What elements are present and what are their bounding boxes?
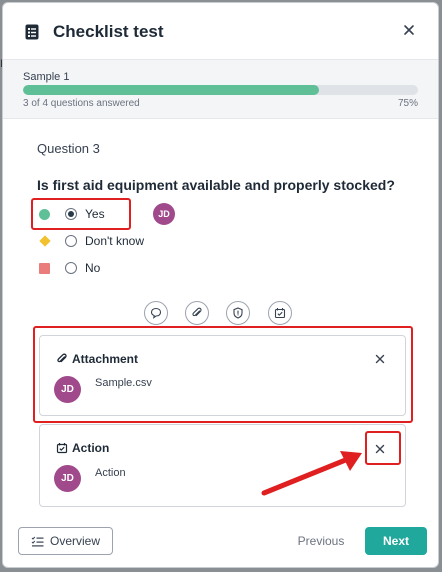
paperclip-icon — [192, 307, 202, 317]
option-label: Don't know — [85, 234, 144, 248]
radio-no[interactable] — [65, 262, 77, 274]
calendar-check-icon — [274, 308, 286, 319]
action-button[interactable] — [268, 301, 292, 325]
dont-know-marker — [39, 235, 51, 247]
overview-label: Overview — [49, 534, 100, 548]
action-title: Action — [72, 441, 110, 455]
radio-dont-know[interactable] — [65, 235, 77, 247]
progress-percent: 75% — [397, 98, 418, 109]
overview-button[interactable]: Overview — [18, 527, 113, 555]
close-icon[interactable] — [400, 21, 418, 39]
comment-button[interactable] — [144, 301, 168, 325]
attach-button[interactable] — [185, 301, 209, 325]
shield-icon — [233, 307, 243, 319]
checklist-icon — [25, 24, 39, 40]
checklist-dialog: Checklist test Sample 1 3 of 4 questions… — [2, 2, 439, 568]
next-button[interactable]: Next — [365, 527, 427, 555]
action-description[interactable]: Action — [95, 467, 126, 479]
question-number: Question 3 — [37, 141, 100, 156]
answered-count: 3 of 4 questions answered — [23, 98, 140, 109]
sample-label: Sample 1 — [23, 71, 70, 83]
option-no[interactable]: No — [37, 258, 127, 280]
shield-button[interactable] — [226, 301, 250, 325]
option-dont-know[interactable]: Don't know — [37, 231, 167, 253]
annotation-arrow-icon — [261, 451, 362, 496]
annotation-highlight-yes — [31, 198, 131, 230]
avatar: JD — [54, 465, 81, 492]
question-tools — [3, 301, 438, 327]
progress-bar — [23, 85, 418, 95]
comment-icon — [150, 307, 162, 319]
question-text: Is first aid equipment available and pro… — [37, 177, 395, 193]
annotation-highlight-close — [365, 431, 401, 465]
dialog-header: Checklist test — [3, 3, 438, 59]
no-marker — [39, 263, 50, 274]
option-label: No — [85, 261, 101, 275]
previous-button[interactable]: Previous — [289, 527, 353, 555]
progress-section: Sample 1 3 of 4 questions answered 75% — [3, 59, 438, 119]
dialog-title: Checklist test — [53, 22, 164, 41]
calendar-check-icon — [56, 443, 68, 454]
list-check-icon — [31, 536, 44, 546]
annotation-highlight-attachment — [33, 326, 413, 423]
progress-fill — [23, 85, 320, 95]
answer-avatar: JD — [153, 203, 175, 225]
